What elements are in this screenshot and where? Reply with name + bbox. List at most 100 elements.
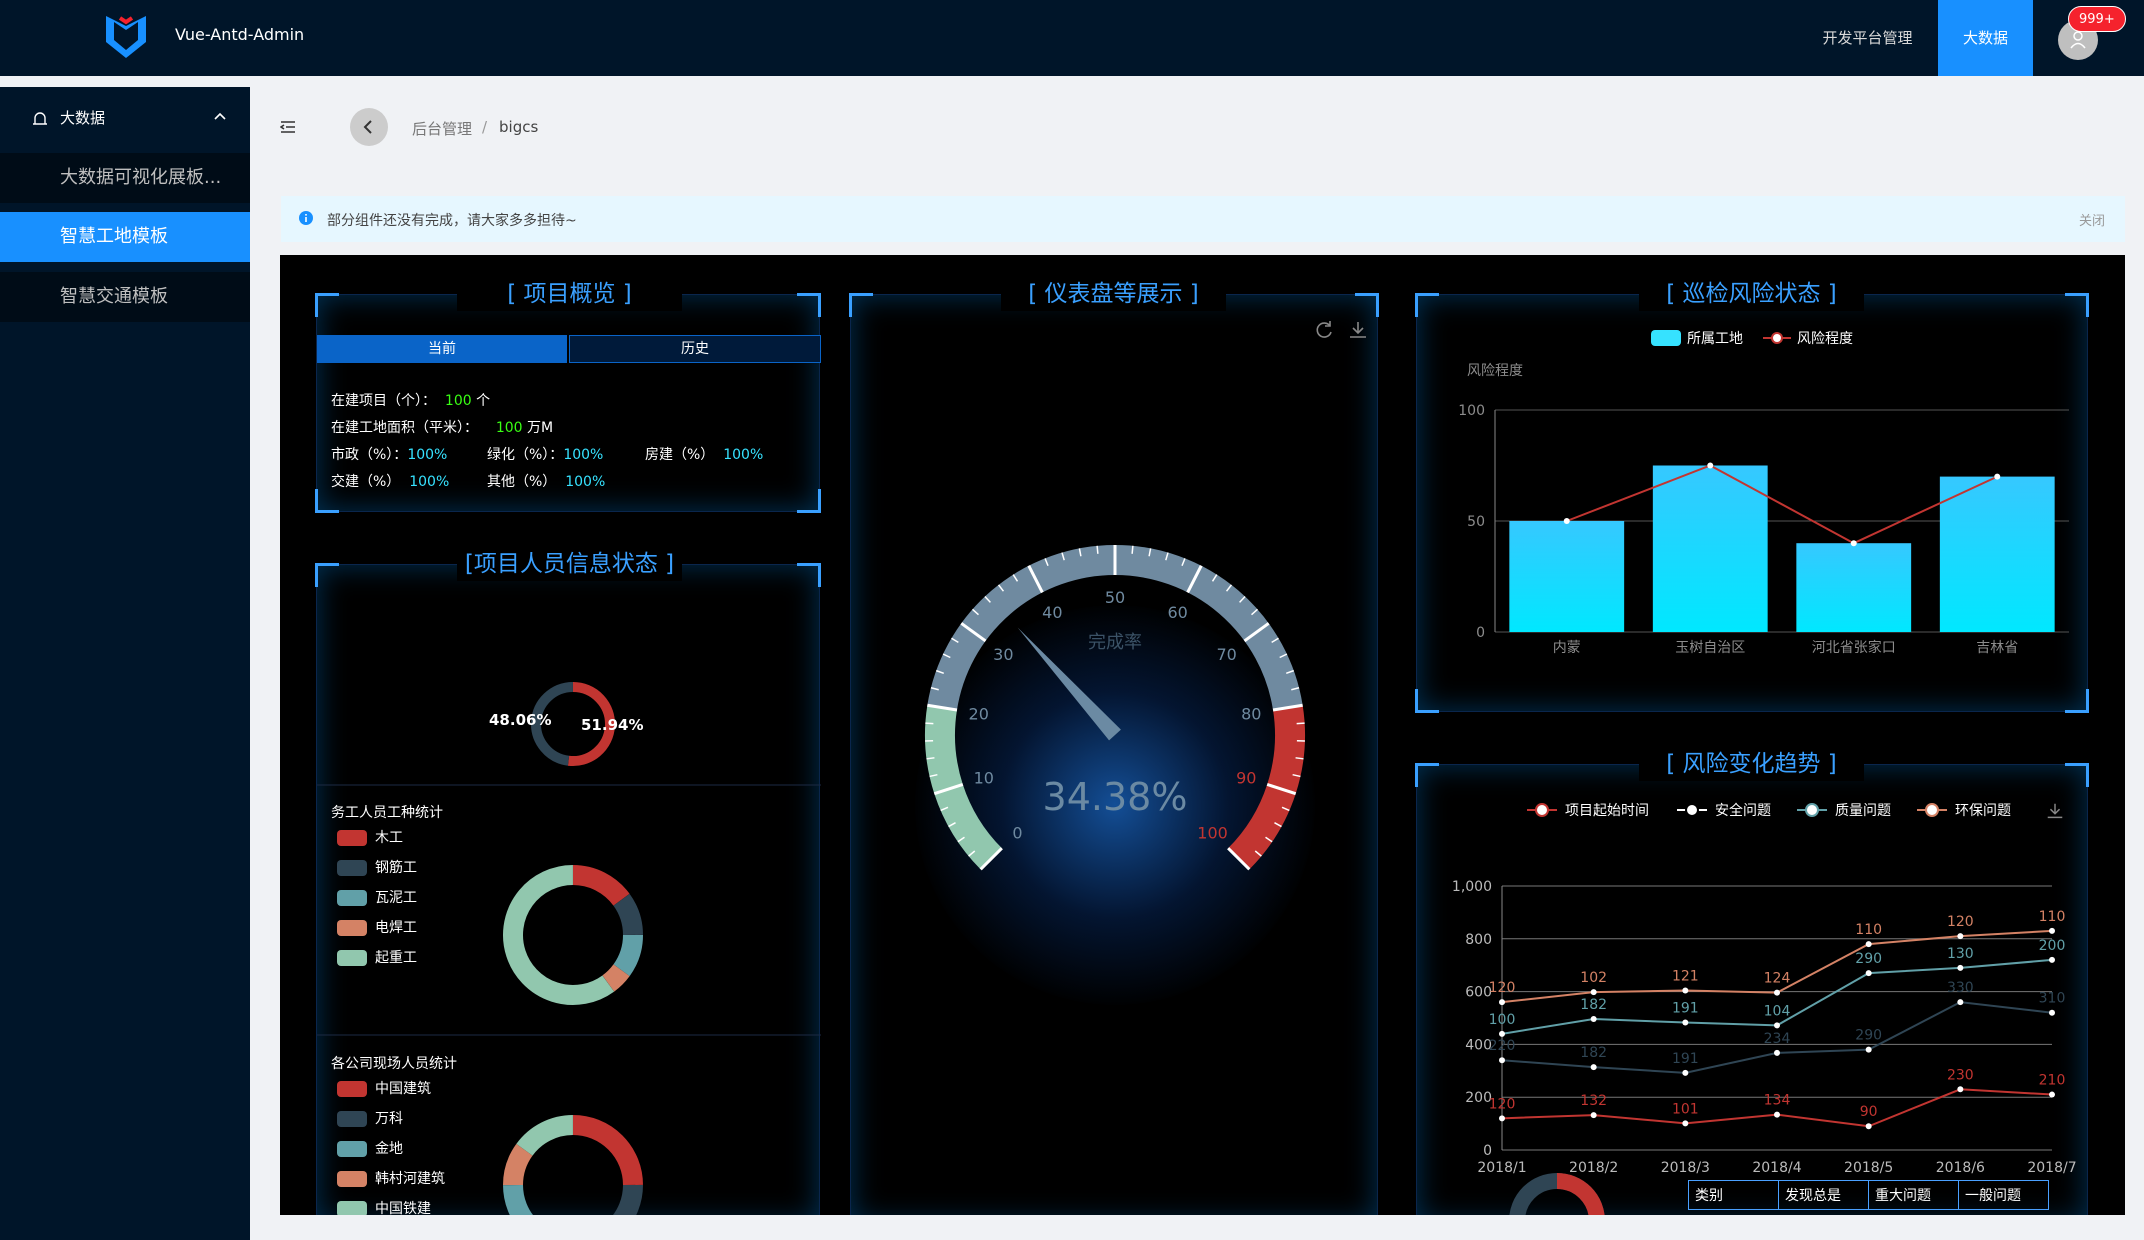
sidebar-item-visual-board[interactable]: 大数据可视化展板... — [0, 153, 250, 203]
data-label: 134 — [1764, 1093, 1791, 1109]
gauge-tick-label: 80 — [1241, 704, 1261, 723]
legend-swatch — [337, 920, 367, 936]
breadcrumb-item[interactable]: 后台管理 — [412, 118, 472, 139]
legend-item: 钢筋工 — [337, 857, 417, 877]
nav-big-data[interactable]: 大数据 — [1938, 0, 2033, 76]
arrow-left-icon — [363, 120, 372, 134]
donut-segment — [572, 865, 630, 906]
section-title-companies: 各公司现场人员统计 — [331, 1056, 457, 1072]
series-point — [1682, 987, 1689, 994]
panel-title-people: [项目人员信息状态 ] — [457, 547, 682, 581]
top-header: Vue-Antd-Admin 开发平台管理 大数据 999+ — [0, 0, 2144, 76]
breadcrumb-current: bigcs — [499, 118, 539, 136]
series-point — [1774, 1022, 1780, 1029]
series-point — [1499, 999, 1505, 1006]
series-point — [1499, 1030, 1505, 1037]
stat-value: 100 — [444, 393, 472, 409]
legend-label: 钢筋工 — [375, 860, 417, 876]
donut-segment — [612, 1184, 643, 1215]
notification-badge: 999+ — [2068, 6, 2126, 32]
panel-title-overview: [ 项目概览 ] — [457, 277, 682, 311]
series-point — [1865, 1046, 1872, 1053]
series-point — [2049, 1091, 2055, 1098]
gauge-chart: 0 10 20 30 40 50 60 70 80 90 100 完成率 34.38% — [925, 545, 1305, 871]
legend-label: 中国铁建 — [375, 1201, 431, 1215]
bar — [1509, 521, 1625, 632]
x-tick-label: 2018/5 — [1844, 1160, 1893, 1176]
y-tick-label: 100 — [1458, 403, 1485, 419]
data-label: 290 — [1855, 951, 1882, 967]
y-tick-label: 50 — [1467, 514, 1485, 530]
legend-label: 木工 — [375, 830, 403, 846]
gauge-tick — [1131, 545, 1134, 554]
data-label: 110 — [1855, 922, 1882, 938]
tab-history[interactable]: 历史 — [569, 335, 821, 363]
gauge-tick-label: 90 — [1236, 769, 1256, 788]
x-tick-label: 2018/6 — [1936, 1160, 1985, 1176]
series-point — [1957, 964, 1964, 971]
legend-label: 瓦泥工 — [375, 890, 417, 906]
y-axis-label: 风险程度 — [1467, 363, 1523, 379]
legend-label: 环保问题 — [1955, 803, 2011, 819]
risk-point — [1850, 540, 1857, 547]
series-point — [1865, 1123, 1872, 1130]
stat-value: 100 — [495, 420, 523, 436]
legend-label: 中国建筑 — [375, 1081, 431, 1097]
menu-fold-icon[interactable] — [280, 120, 296, 134]
logo-icon[interactable] — [104, 12, 148, 62]
donut-segment — [613, 934, 643, 977]
gauge-tick — [925, 722, 934, 725]
patrol-bar-chart: 所属工地 风险程度 风险程度 0 50 100 内蒙 玉树自治区 河北省张家口 吉林省 — [1458, 330, 2069, 656]
legend-item: 万科 — [337, 1108, 403, 1128]
stat-area: 在建工地面积（平米）： 100 万M — [331, 417, 553, 437]
donut-segment — [503, 1184, 534, 1215]
series-point — [1957, 933, 1964, 940]
tab-current[interactable]: 当前 — [317, 335, 567, 363]
stat-label: 其他（%） — [487, 474, 557, 490]
legend-swatch — [337, 860, 367, 876]
x-tick-label: 2018/3 — [1661, 1160, 1710, 1176]
gauge-tick — [1296, 722, 1305, 725]
panel-overview: [ 项目概览 ] 当前 历史 在建项目（个）： 100 个 在建工地面积（平米）… — [315, 277, 821, 513]
data-label: 230 — [1947, 1067, 1974, 1083]
legend-marker — [1685, 803, 1699, 817]
breadcrumb-separator: / — [482, 118, 488, 136]
sidebar-group-big-data[interactable]: 大数据 — [0, 87, 250, 147]
stat-label: 交建（%） — [331, 474, 401, 490]
data-label: 130 — [1947, 946, 1974, 962]
issues-table: 类别 发现总是 重大问题 一般问题 — [1688, 1180, 2049, 1210]
bar — [1939, 476, 2055, 632]
alert-close-button[interactable]: 关闭 — [2079, 210, 2105, 229]
nav-dev-platform[interactable]: 开发平台管理 — [1800, 0, 1935, 76]
alert-message: 部分组件还没有完成，请大家多多担待~ — [327, 213, 577, 229]
alarm-icon — [33, 112, 47, 125]
series-point — [1774, 989, 1780, 996]
data-label: 200 — [2039, 938, 2066, 954]
legend: 项目起始时间 安全问题 质量问题 环保问题 — [1527, 802, 2011, 819]
legend-item: 木工 — [337, 827, 403, 847]
series-point — [2049, 1009, 2055, 1016]
company-donut-chart — [503, 1115, 643, 1215]
stat-unit: 个 — [476, 393, 491, 409]
back-button[interactable] — [350, 108, 388, 146]
gauge-tick-label: 40 — [1042, 603, 1062, 622]
dashboard-canvas: [ 项目概览 ] 当前 历史 在建项目（个）： 100 个 在建工地面积（平米）… — [280, 255, 2125, 1215]
series-point — [1590, 1016, 1597, 1023]
sidebar-item-smart-site[interactable]: 智慧工地模板 — [0, 212, 250, 262]
data-label: 100 — [1489, 1012, 1516, 1028]
sidebar: 大数据 大数据可视化展板... 智慧工地模板 智慧交通模板 — [0, 87, 250, 1240]
stat-projects: 在建项目（个）： 100 个 — [331, 390, 490, 410]
y-tick-label: 800 — [1465, 932, 1492, 948]
series-point — [1590, 1064, 1597, 1071]
sidebar-item-smart-traffic[interactable]: 智慧交通模板 — [0, 272, 250, 322]
series-point — [1957, 999, 1964, 1006]
data-label: 330 — [1947, 980, 1974, 996]
data-label: 310 — [2039, 991, 2066, 1007]
donut-segment — [503, 1143, 533, 1186]
worker-type-donut-chart — [503, 865, 643, 1005]
donut-segment — [613, 893, 643, 936]
series-point — [2049, 956, 2055, 963]
stat-label: 市政（%）： — [331, 447, 408, 463]
table-header: 一般问题 — [1958, 1180, 2049, 1210]
y-tick-label: 1,000 — [1452, 879, 1492, 895]
